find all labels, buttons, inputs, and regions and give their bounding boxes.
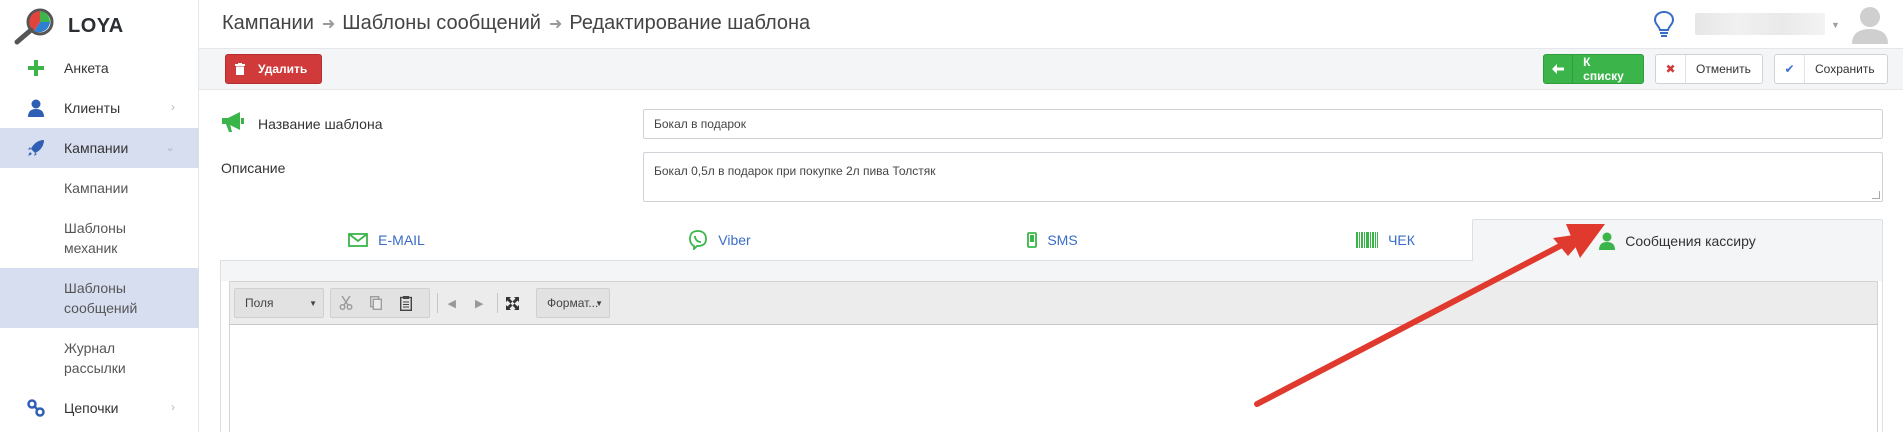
save-button-label: Сохранить (1815, 62, 1875, 76)
sidebar-nav: Анкета Клиенты › Кампании ⌄ Кампании Шаб… (0, 48, 199, 428)
editor-content-area[interactable] (229, 325, 1878, 432)
sidebar-item-campaigns[interactable]: Кампании ⌄ (0, 128, 199, 168)
cut-icon[interactable] (331, 289, 361, 317)
caret-down-icon[interactable]: ▼ (1831, 20, 1840, 30)
tab-email[interactable]: E-MAIL (220, 219, 553, 261)
fields-dropdown-label: Поля (245, 296, 274, 310)
sidebar-item-label: Цепочки (64, 400, 119, 416)
chevron-down-icon: ⌄ (164, 140, 175, 154)
format-dropdown-label: Формат... (547, 296, 599, 310)
viber-icon (688, 230, 708, 250)
topbar: Кампании ➜ Шаблоны сообщений ➜ Редактиро… (199, 0, 1903, 49)
sidebar-subitem-label: Шаблоны сообщений (64, 280, 138, 316)
chevron-right-icon: › (171, 100, 175, 114)
sidebar-subitem-label: Журнал рассылки (64, 340, 126, 376)
rocket-icon (26, 138, 46, 158)
sidebar-subitem-campaigns[interactable]: Кампании (0, 168, 199, 208)
channel-tabs: E-MAIL Viber SMS ЧЕК Сообщения кассиру (220, 219, 1883, 262)
back-button-label: К списку (1583, 55, 1624, 83)
chevron-right-icon: › (171, 400, 175, 414)
sidebar-item-anketa[interactable]: Анкета (0, 48, 199, 88)
plus-icon (26, 58, 46, 78)
link-icon (26, 398, 46, 418)
template-name-input[interactable]: Бокал в подарок (643, 109, 1883, 139)
copy-icon[interactable] (361, 289, 391, 317)
arrow-right-icon: ➜ (321, 15, 336, 33)
resize-handle-icon[interactable] (1872, 191, 1880, 199)
check-icon: ✔ (1775, 55, 1805, 83)
format-dropdown[interactable]: Формат... ▼ (536, 288, 610, 318)
user-icon (26, 98, 46, 118)
action-bar: Удалить К списку ✖ Отменить ✔ Сохранить (199, 49, 1903, 90)
logo-icon (14, 8, 54, 45)
undo-redo-group: ◀ ▶ (436, 288, 494, 318)
close-icon: ✖ (1656, 55, 1686, 83)
maximize-group (496, 288, 528, 318)
editor-toolbar: Поля ▼ ◀ ▶ Формат... ▼ (229, 281, 1878, 325)
trash-icon (226, 55, 254, 83)
delete-button-label: Удалить (258, 62, 308, 76)
breadcrumb-item[interactable]: Шаблоны сообщений (342, 12, 541, 35)
tab-label: Сообщения кассиру (1625, 232, 1756, 249)
sidebar: LOYA Анкета Клиенты › Кампании ⌄ Кампани… (0, 0, 199, 432)
tab-label: Viber (718, 232, 751, 248)
description-text: Бокал 0,5л в подарок при покупке 2л пива… (654, 164, 936, 178)
sidebar-subitem-mailing-log[interactable]: Журнал рассылки (0, 328, 199, 388)
tab-label: E-MAIL (378, 232, 425, 248)
template-name-label: Название шаблона (258, 116, 383, 132)
description-label: Описание (221, 160, 286, 176)
undo-icon[interactable]: ◀ (438, 289, 466, 317)
logo-text: LOYA (68, 14, 124, 37)
sidebar-item-chains[interactable]: Цепочки › (0, 388, 199, 428)
sidebar-item-label: Кампании (64, 140, 129, 156)
megaphone-icon (222, 112, 244, 132)
tab-label: SMS (1047, 232, 1078, 248)
tab-viber[interactable]: Viber (553, 219, 886, 261)
sidebar-item-label: Клиенты (64, 100, 121, 116)
tab-sms[interactable]: SMS (886, 219, 1219, 261)
delete-button[interactable]: Удалить (225, 54, 322, 84)
sidebar-subitem-label: Шаблоны механик (64, 220, 126, 256)
caret-down-icon: ▼ (309, 299, 317, 308)
breadcrumb-item-current: Редактирование шаблона (569, 12, 811, 34)
sidebar-subitem-mechanics-templates[interactable]: Шаблоны механик (0, 208, 199, 268)
editor-top-strip (221, 261, 1882, 281)
logo[interactable]: LOYA (12, 6, 124, 46)
cancel-button-label: Отменить (1696, 62, 1751, 76)
user-icon (1599, 232, 1616, 250)
description-textarea[interactable]: Бокал 0,5л в подарок при покупке 2л пива… (643, 152, 1883, 202)
arrow-right-icon: ➜ (548, 15, 563, 33)
fields-dropdown[interactable]: Поля ▼ (234, 288, 324, 318)
lightbulb-icon[interactable] (1652, 10, 1676, 38)
barcode-icon (1356, 232, 1379, 248)
arrow-left-icon (1544, 55, 1574, 83)
envelope-icon (348, 233, 369, 247)
redo-icon[interactable]: ▶ (465, 289, 493, 317)
phone-icon (1027, 232, 1038, 248)
back-to-list-button[interactable]: К списку (1543, 54, 1644, 84)
breadcrumb: Кампании ➜ Шаблоны сообщений ➜ Редактиро… (222, 12, 810, 35)
sidebar-subitem-label: Кампании (64, 180, 129, 196)
tab-label: ЧЕК (1388, 232, 1415, 248)
breadcrumb-item[interactable]: Кампании (222, 12, 314, 35)
tab-cashier-messages[interactable]: Сообщения кассиру (1472, 219, 1883, 262)
clipboard-group (330, 288, 430, 318)
caret-down-icon: ▼ (595, 299, 603, 308)
sidebar-subitem-message-templates[interactable]: Шаблоны сообщений (0, 268, 199, 328)
user-name-blurred[interactable] (1695, 13, 1825, 35)
sidebar-item-clients[interactable]: Клиенты › (0, 88, 199, 128)
message-editor: Поля ▼ ◀ ▶ Формат... ▼ (220, 261, 1883, 432)
paste-icon[interactable] (391, 289, 421, 317)
avatar[interactable] (1851, 4, 1889, 44)
save-button[interactable]: ✔ Сохранить (1774, 54, 1888, 84)
sidebar-item-label: Анкета (64, 60, 109, 76)
cancel-button[interactable]: ✖ Отменить (1655, 54, 1763, 84)
maximize-icon[interactable] (498, 289, 527, 317)
